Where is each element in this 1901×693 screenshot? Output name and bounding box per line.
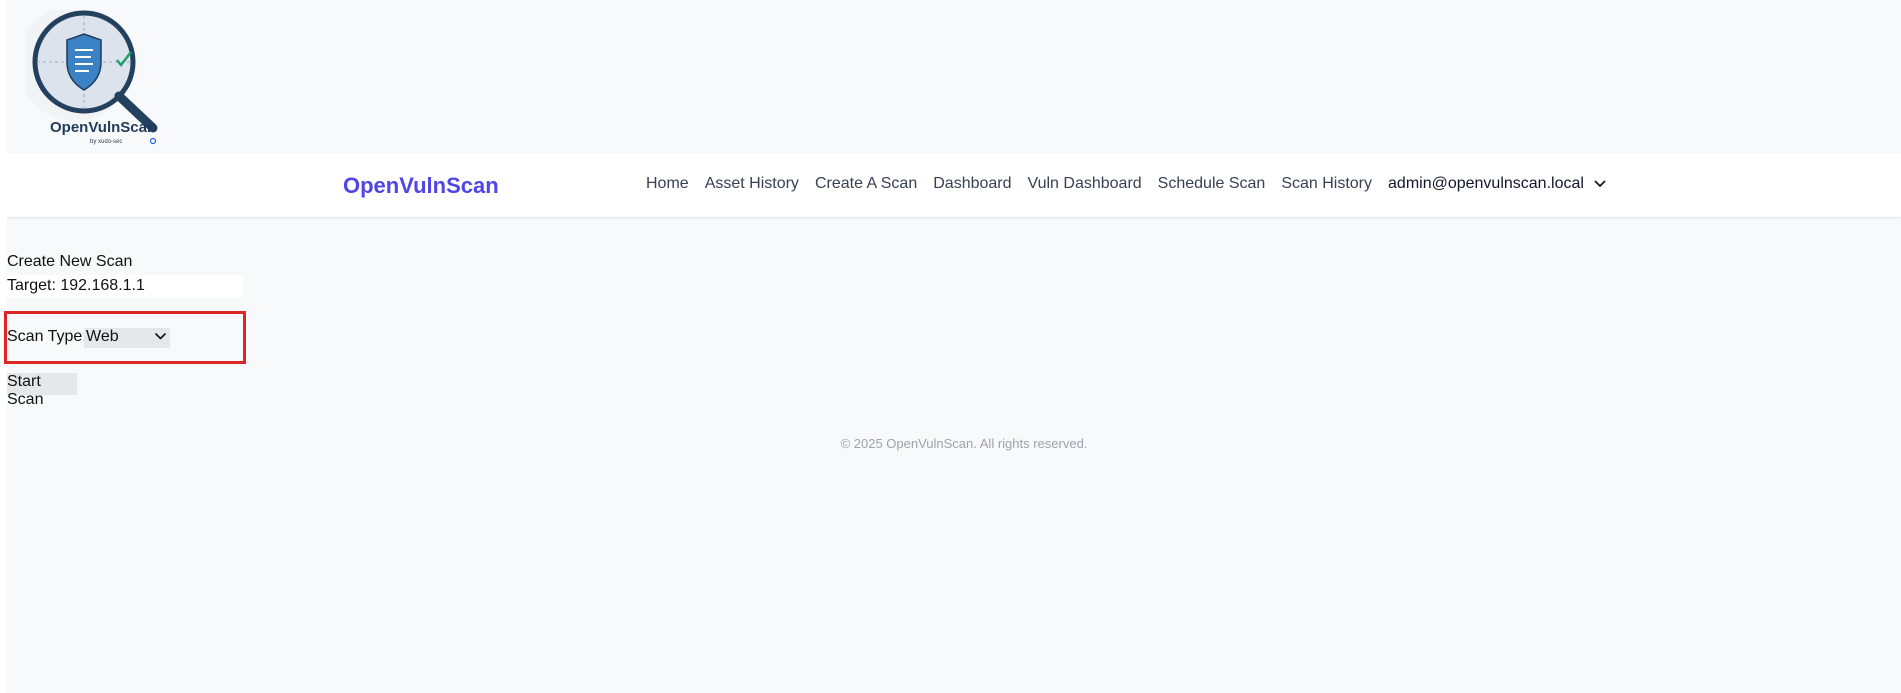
scan-type-label: Scan Type: [7,328,87,345]
copyright-text: © 2025 OpenVulnScan. All rights reserved… [840,436,1088,451]
chevron-down-icon [1594,180,1606,187]
chevron-down-icon [155,333,166,340]
nav-links: Home Asset History Create A Scan Dashboa… [646,175,1606,193]
logo-wordmark: OpenVulnScan [50,119,157,136]
nav-link-vuln-dashboard[interactable]: Vuln Dashboard [1028,175,1142,193]
nav-link-scan-history[interactable]: Scan History [1281,175,1372,193]
nav-link-dashboard[interactable]: Dashboard [933,175,1011,193]
user-menu[interactable]: admin@openvulnscan.local [1388,175,1606,193]
scan-type-highlight: Scan Type: Web [4,311,246,364]
nav-link-create-scan[interactable]: Create A Scan [815,175,917,193]
start-scan-button[interactable]: Start Scan [7,373,77,408]
app-root: OpenVulnScan by xudo-sec OpenVulnScan Ho… [4,0,1901,693]
target-input[interactable] [7,275,243,297]
logo-tagline: by xudo-sec [90,139,123,145]
navbar-brand[interactable]: OpenVulnScan [343,173,499,199]
form-title: Create New Scan [7,253,133,270]
top-navbar: OpenVulnScan Home Asset History Create A… [7,153,1901,218]
nav-link-asset-history[interactable]: Asset History [705,175,799,193]
logo-area: OpenVulnScan by xudo-sec [7,0,1901,153]
footer: © 2025 OpenVulnScan. All rights reserved… [7,436,1901,451]
scan-type-select[interactable]: Web [84,328,170,348]
scan-type-value: Web [86,328,119,345]
nav-link-home[interactable]: Home [646,175,689,193]
nav-link-schedule-scan[interactable]: Schedule Scan [1158,175,1266,193]
user-email: admin@openvulnscan.local [1388,175,1584,192]
